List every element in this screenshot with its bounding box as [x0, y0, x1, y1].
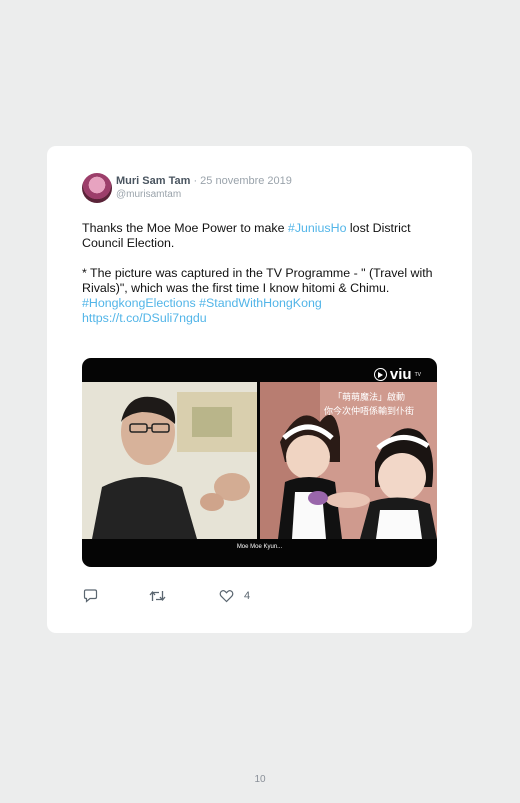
- hashtag-juniusho[interactable]: #JuniusHo: [288, 221, 347, 235]
- text-segment-1: Thanks the Moe Moe Power to make: [82, 221, 288, 235]
- media-subtitle: Moe Moe Kyun...: [236, 544, 283, 550]
- media-left-panel: [82, 382, 257, 539]
- reply-button[interactable]: [83, 589, 98, 603]
- retweet-button[interactable]: [149, 589, 166, 603]
- tweet-card: Muri Sam Tam · 25 novembre 2019 @murisam…: [47, 146, 472, 633]
- tweet-url[interactable]: https://t.co/DSuli7ngdu: [82, 311, 207, 325]
- tweet-text: Thanks the Moe Moe Power to make #Junius…: [82, 221, 442, 326]
- hashtag-hongkongelections[interactable]: #HongkongElections: [82, 296, 196, 310]
- man-illustration: [82, 382, 257, 539]
- caption-line-1: 「萌萌魔法」啟動: [332, 392, 405, 402]
- tweet-media[interactable]: viu TV 「萌萌魔法」啟動 你今次仲唔係輸到仆街 Moe Moe Kyun..…: [82, 358, 437, 567]
- viu-logo: viu TV: [373, 366, 421, 383]
- hashtag-standwithhongkong[interactable]: #StandWithHongKong: [199, 296, 322, 310]
- heart-icon: [219, 590, 234, 603]
- like-count: 4: [244, 590, 251, 602]
- author-handle[interactable]: @murisamtam: [116, 189, 181, 200]
- tweet-paragraph-3: #HongkongElections #StandWithHongKong: [82, 296, 442, 311]
- retweet-icon: [149, 590, 166, 602]
- tweet-paragraph-2: * The picture was captured in the TV Pro…: [82, 266, 433, 295]
- author-name[interactable]: Muri Sam Tam: [116, 175, 190, 187]
- tweet-header: Muri Sam Tam · 25 novembre 2019: [116, 175, 292, 187]
- like-button[interactable]: 4: [219, 589, 250, 603]
- header-separator: ·: [193, 175, 198, 187]
- tweet-paragraph-1: Thanks the Moe Moe Power to make #Junius…: [82, 221, 442, 251]
- play-icon: [373, 368, 387, 381]
- logo-text: viu: [389, 366, 412, 383]
- tweet-paragraph-4: https://t.co/DSuli7ngdu: [82, 311, 442, 326]
- caption-line-2: 你今次仲唔係輸到仆街: [323, 406, 414, 416]
- media-caption: 「萌萌魔法」啟動 你今次仲唔係輸到仆街: [304, 390, 434, 418]
- tweet-actions: 4: [83, 589, 423, 605]
- author-avatar[interactable]: [82, 173, 112, 203]
- logo-tm: TV: [414, 371, 421, 378]
- page-number: 10: [254, 774, 266, 785]
- reply-icon: [83, 589, 98, 603]
- tweet-date[interactable]: 25 novembre 2019: [200, 175, 292, 187]
